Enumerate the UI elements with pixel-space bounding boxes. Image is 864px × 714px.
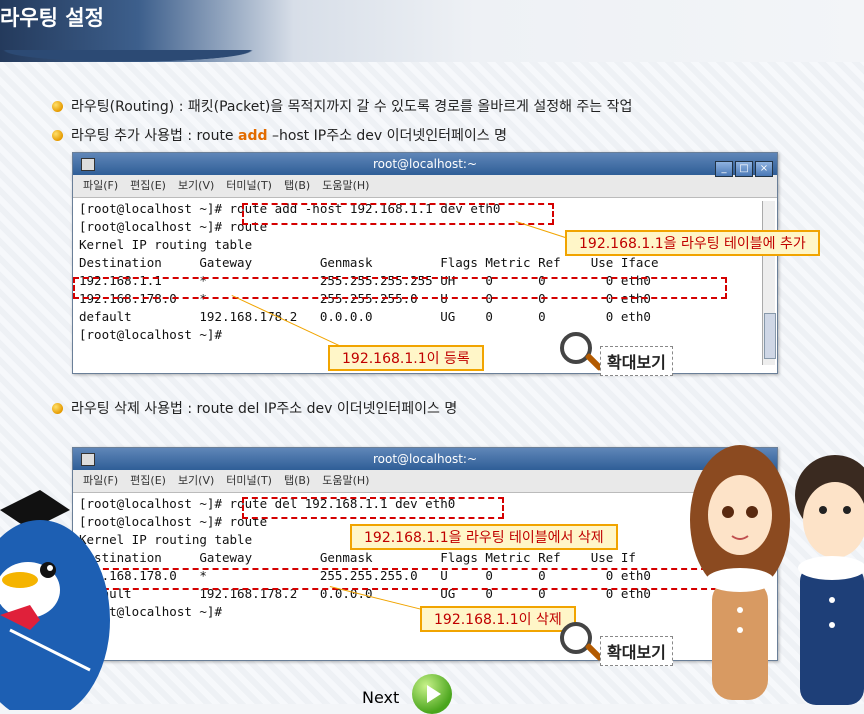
minimize-button[interactable]: _ <box>715 161 733 177</box>
close-button[interactable]: × <box>755 161 773 177</box>
highlight-added-route <box>73 277 727 299</box>
next-label: Next <box>362 688 400 707</box>
menu-help[interactable]: 도움말(H) <box>322 179 369 192</box>
terminal-line: default 192.168.178.2 0.0.0.0 UG 0 0 0 e… <box>79 309 651 324</box>
terminal-line: Destination Gateway Genmask Flags Metric… <box>79 550 636 565</box>
scrollbar-thumb[interactable] <box>764 313 776 359</box>
bullet-text: 라우팅(Routing) : 패킷(Packet)을 목적지까지 갈 수 있도록… <box>71 99 633 115</box>
add-keyword: add <box>238 128 268 144</box>
menu-help[interactable]: 도움말(H) <box>322 474 369 487</box>
menu-view[interactable]: 보기(V) <box>178 179 214 192</box>
penguin-mascot-image <box>0 490 110 710</box>
menu-file[interactable]: 파일(F) <box>83 179 118 192</box>
menu-tabs[interactable]: 탭(B) <box>284 474 310 487</box>
terminal-line: Destination Gateway Genmask Flags Metric… <box>79 255 659 270</box>
next-button[interactable]: Next <box>360 670 470 714</box>
terminal-icon <box>81 453 95 466</box>
terminal-menubar: 파일(F) 편집(E) 보기(V) 터미널(T) 탭(B) 도움말(H) <box>73 175 777 198</box>
note-registered: 192.168.1.1이 등록 <box>328 345 484 371</box>
menu-view[interactable]: 보기(V) <box>178 474 214 487</box>
note-del-table: 192.168.1.1을 라우팅 테이블에서 삭제 <box>350 524 618 550</box>
menu-terminal[interactable]: 터미널(T) <box>226 474 272 487</box>
note-add-table: 192.168.1.1을 라우팅 테이블에 추가 <box>565 230 820 256</box>
highlight-del-command <box>242 497 504 519</box>
terminal-icon <box>81 158 95 171</box>
highlight-route-table <box>73 568 727 590</box>
bullet-routing-definition: 라우팅(Routing) : 패킷(Packet)을 목적지까지 갈 수 있도록… <box>52 96 632 116</box>
bullet-icon <box>52 101 63 112</box>
highlight-add-command <box>242 203 554 225</box>
bullet-del-usage: 라우팅 삭제 사용법 : route del IP주소 dev 이더넷인터페이스… <box>52 398 457 418</box>
terminal-titlebar[interactable]: root@localhost:~ <box>73 448 777 470</box>
terminal-window-add[interactable]: root@localhost:~ _ □ × 파일(F) 편집(E) 보기(V) 터미널(… <box>72 152 778 374</box>
zoom-label: 확대보기 <box>600 346 673 376</box>
terminal-line: [root@localhost ~]# <box>79 327 222 342</box>
boy-character-image <box>795 455 864 705</box>
menu-terminal[interactable]: 터미널(T) <box>226 179 272 192</box>
menu-edit[interactable]: 편집(E) <box>130 474 166 487</box>
menu-edit[interactable]: 편집(E) <box>130 179 166 192</box>
girl-character-image <box>690 445 790 700</box>
bullet-text: 라우팅 삭제 사용법 : route del IP주소 dev 이더넷인터페이스… <box>71 401 458 417</box>
terminal-title: root@localhost:~ <box>372 452 478 466</box>
add-usage-suffix: –host IP주소 dev 이더넷인터페이스 명 <box>267 128 508 144</box>
zoom-label: 확대보기 <box>600 636 673 666</box>
menu-tabs[interactable]: 탭(B) <box>284 179 310 192</box>
title-banner <box>0 0 864 68</box>
add-usage-prefix: 라우팅 추가 사용법 : route <box>71 128 238 144</box>
terminal-title: root@localhost:~ <box>372 157 478 171</box>
bullet-icon <box>52 130 63 141</box>
play-icon <box>412 674 452 714</box>
bullet-icon <box>52 403 63 414</box>
terminal-scrollbar[interactable] <box>762 201 776 365</box>
maximize-button[interactable]: □ <box>735 161 753 177</box>
terminal-titlebar[interactable]: root@localhost:~ _ □ × <box>73 153 777 177</box>
note-deleted: 192.168.1.1이 삭제 <box>420 606 576 632</box>
terminal-menubar: 파일(F) 편집(E) 보기(V) 터미널(T) 탭(B) 도움말(H) <box>73 470 777 493</box>
page-title: 라우팅 설정 <box>0 6 104 30</box>
bullet-add-usage: 라우팅 추가 사용법 : route add –host IP주소 dev 이더… <box>52 125 507 145</box>
